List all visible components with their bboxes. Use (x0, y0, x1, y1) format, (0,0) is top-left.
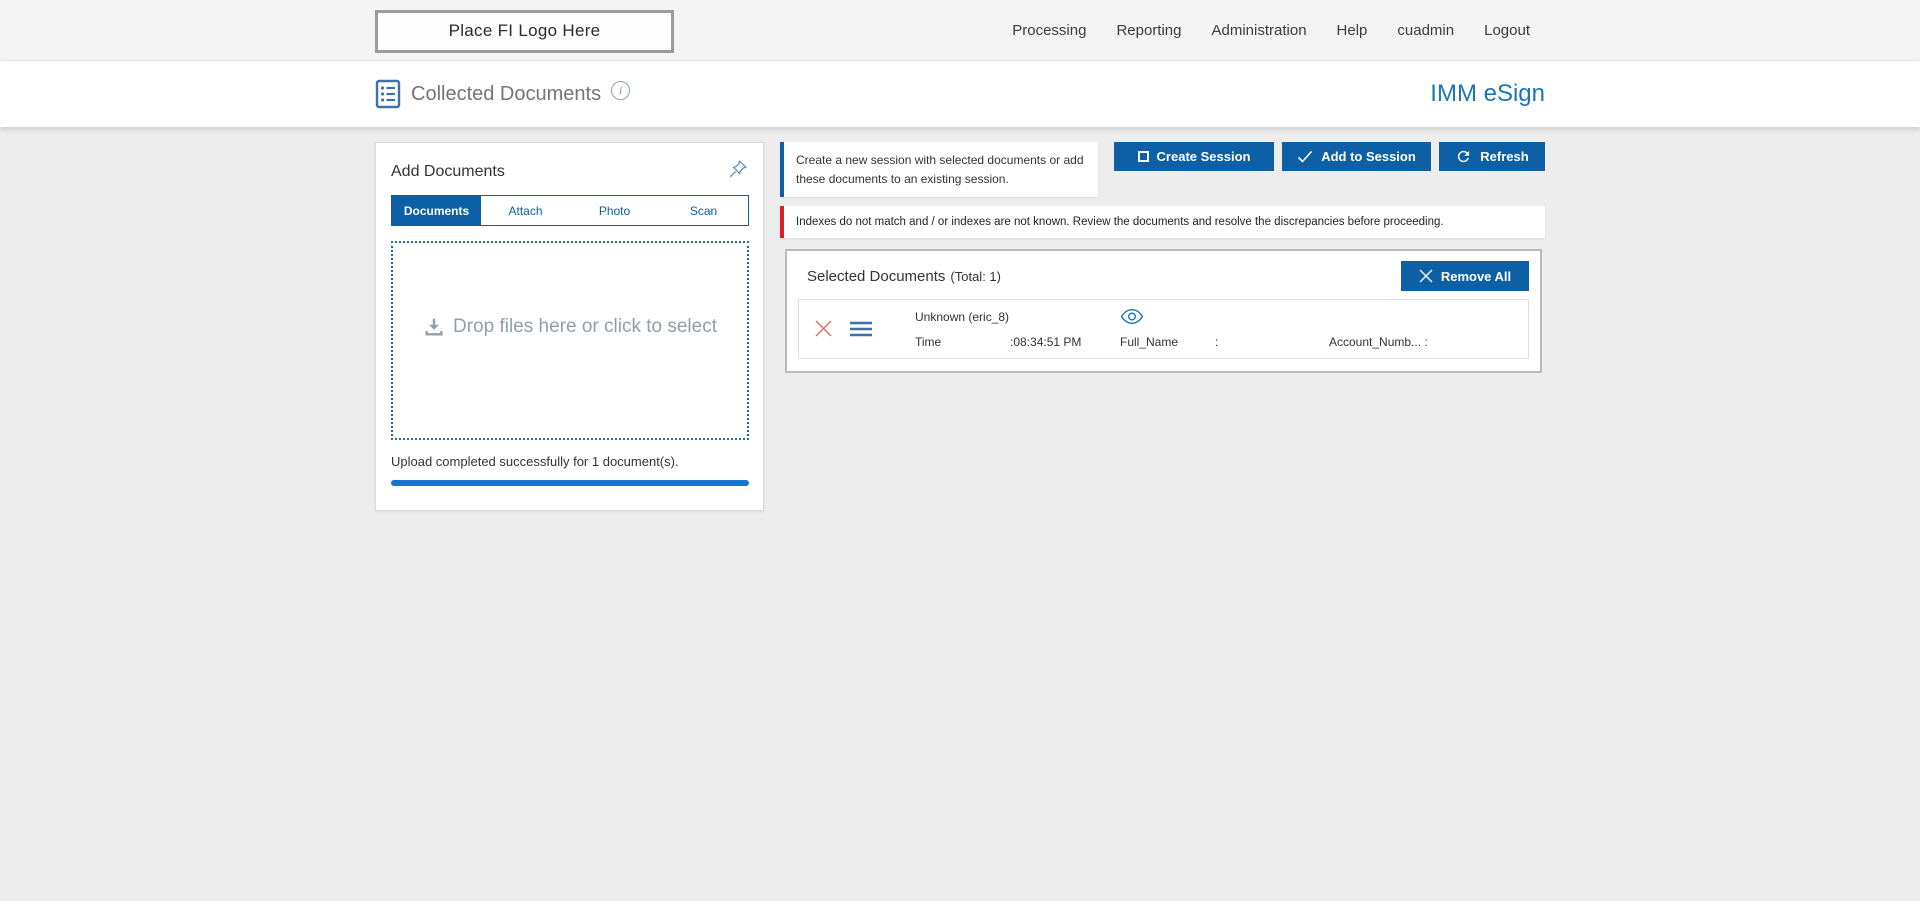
nav-processing[interactable]: Processing (1012, 22, 1086, 39)
dropzone-label: Drop files here or click to select (453, 315, 717, 337)
esign-screen: Place FI Logo Here Processing Reporting … (0, 0, 1920, 901)
nav-user-cuadmin[interactable]: cuadmin (1397, 22, 1454, 39)
session-info-message: Create a new session with selected docum… (780, 142, 1098, 198)
nav-logout[interactable]: Logout (1484, 22, 1530, 39)
nav-reporting[interactable]: Reporting (1116, 22, 1181, 39)
index-warning-message: Indexes do not match and / or indexes ar… (780, 206, 1545, 239)
upload-status-text: Upload completed successfully for 1 docu… (391, 454, 679, 469)
create-session-label: Create Session (1156, 149, 1251, 164)
add-documents-tabs: Documents Attach Photo Scan (391, 195, 749, 226)
add-documents-title: Add Documents (391, 163, 505, 180)
nav-administration[interactable]: Administration (1212, 22, 1307, 39)
upload-progress-bar (391, 480, 749, 486)
selected-documents-title: Selected Documents (807, 267, 946, 285)
square-icon (1137, 151, 1149, 162)
selected-document-row: Unknown (eric_8) Time :08:34:51 PM Full_… (798, 299, 1529, 360)
field-value-time: :08:34:51 PM (1010, 335, 1082, 350)
fi-logo-placeholder: Place FI Logo Here (375, 9, 674, 53)
info-icon[interactable]: i (611, 80, 631, 100)
add-to-session-button[interactable]: Add to Session (1282, 142, 1431, 171)
pin-icon[interactable] (727, 158, 749, 180)
file-dropzone[interactable]: Drop files here or click to select (391, 241, 749, 440)
download-icon (423, 316, 445, 338)
selected-documents-total: (Total: 1) (950, 268, 1001, 284)
checkmark-icon (1297, 150, 1313, 163)
add-to-session-label: Add to Session (1321, 149, 1416, 164)
remove-all-button[interactable]: Remove All (1401, 261, 1529, 292)
field-label-time: Time (915, 335, 942, 350)
document-name: Unknown (eric_8) (915, 309, 1010, 324)
create-session-button[interactable]: Create Session (1114, 142, 1274, 171)
x-icon (1419, 269, 1433, 283)
page-title: Collected Documents (411, 82, 602, 105)
collected-documents-icon (375, 79, 401, 109)
top-bar: Place FI Logo Here Processing Reporting … (0, 0, 1920, 61)
field-value-fullname: : (1215, 335, 1219, 350)
brand-imm-esign: IMM eSign (1430, 80, 1545, 107)
tab-attach[interactable]: Attach (481, 196, 570, 225)
drag-handle-icon[interactable] (850, 321, 872, 337)
selected-documents-panel: Selected Documents (Total: 1) Remove All (785, 249, 1542, 374)
upload-progress-fill (391, 480, 749, 486)
add-documents-panel: Add Documents Documents Attach Photo Sca… (375, 142, 764, 511)
refresh-label: Refresh (1480, 149, 1529, 164)
refresh-button[interactable]: Refresh (1439, 142, 1545, 171)
remove-all-label: Remove All (1440, 268, 1512, 284)
tab-scan[interactable]: Scan (659, 196, 748, 225)
preview-eye-icon[interactable] (1120, 308, 1215, 325)
nav-help[interactable]: Help (1337, 22, 1368, 39)
remove-document-icon[interactable] (814, 319, 833, 338)
top-navigation: Processing Reporting Administration Help… (1012, 22, 1545, 39)
page-header: Collected Documents i IMM eSign (0, 61, 1920, 127)
tab-documents[interactable]: Documents (392, 196, 481, 225)
field-label-fullname: Full_Name (1120, 335, 1179, 350)
tab-photo[interactable]: Photo (570, 196, 659, 225)
refresh-icon (1455, 148, 1472, 165)
field-label-account-number: Account_Numb... : (1329, 335, 1428, 350)
